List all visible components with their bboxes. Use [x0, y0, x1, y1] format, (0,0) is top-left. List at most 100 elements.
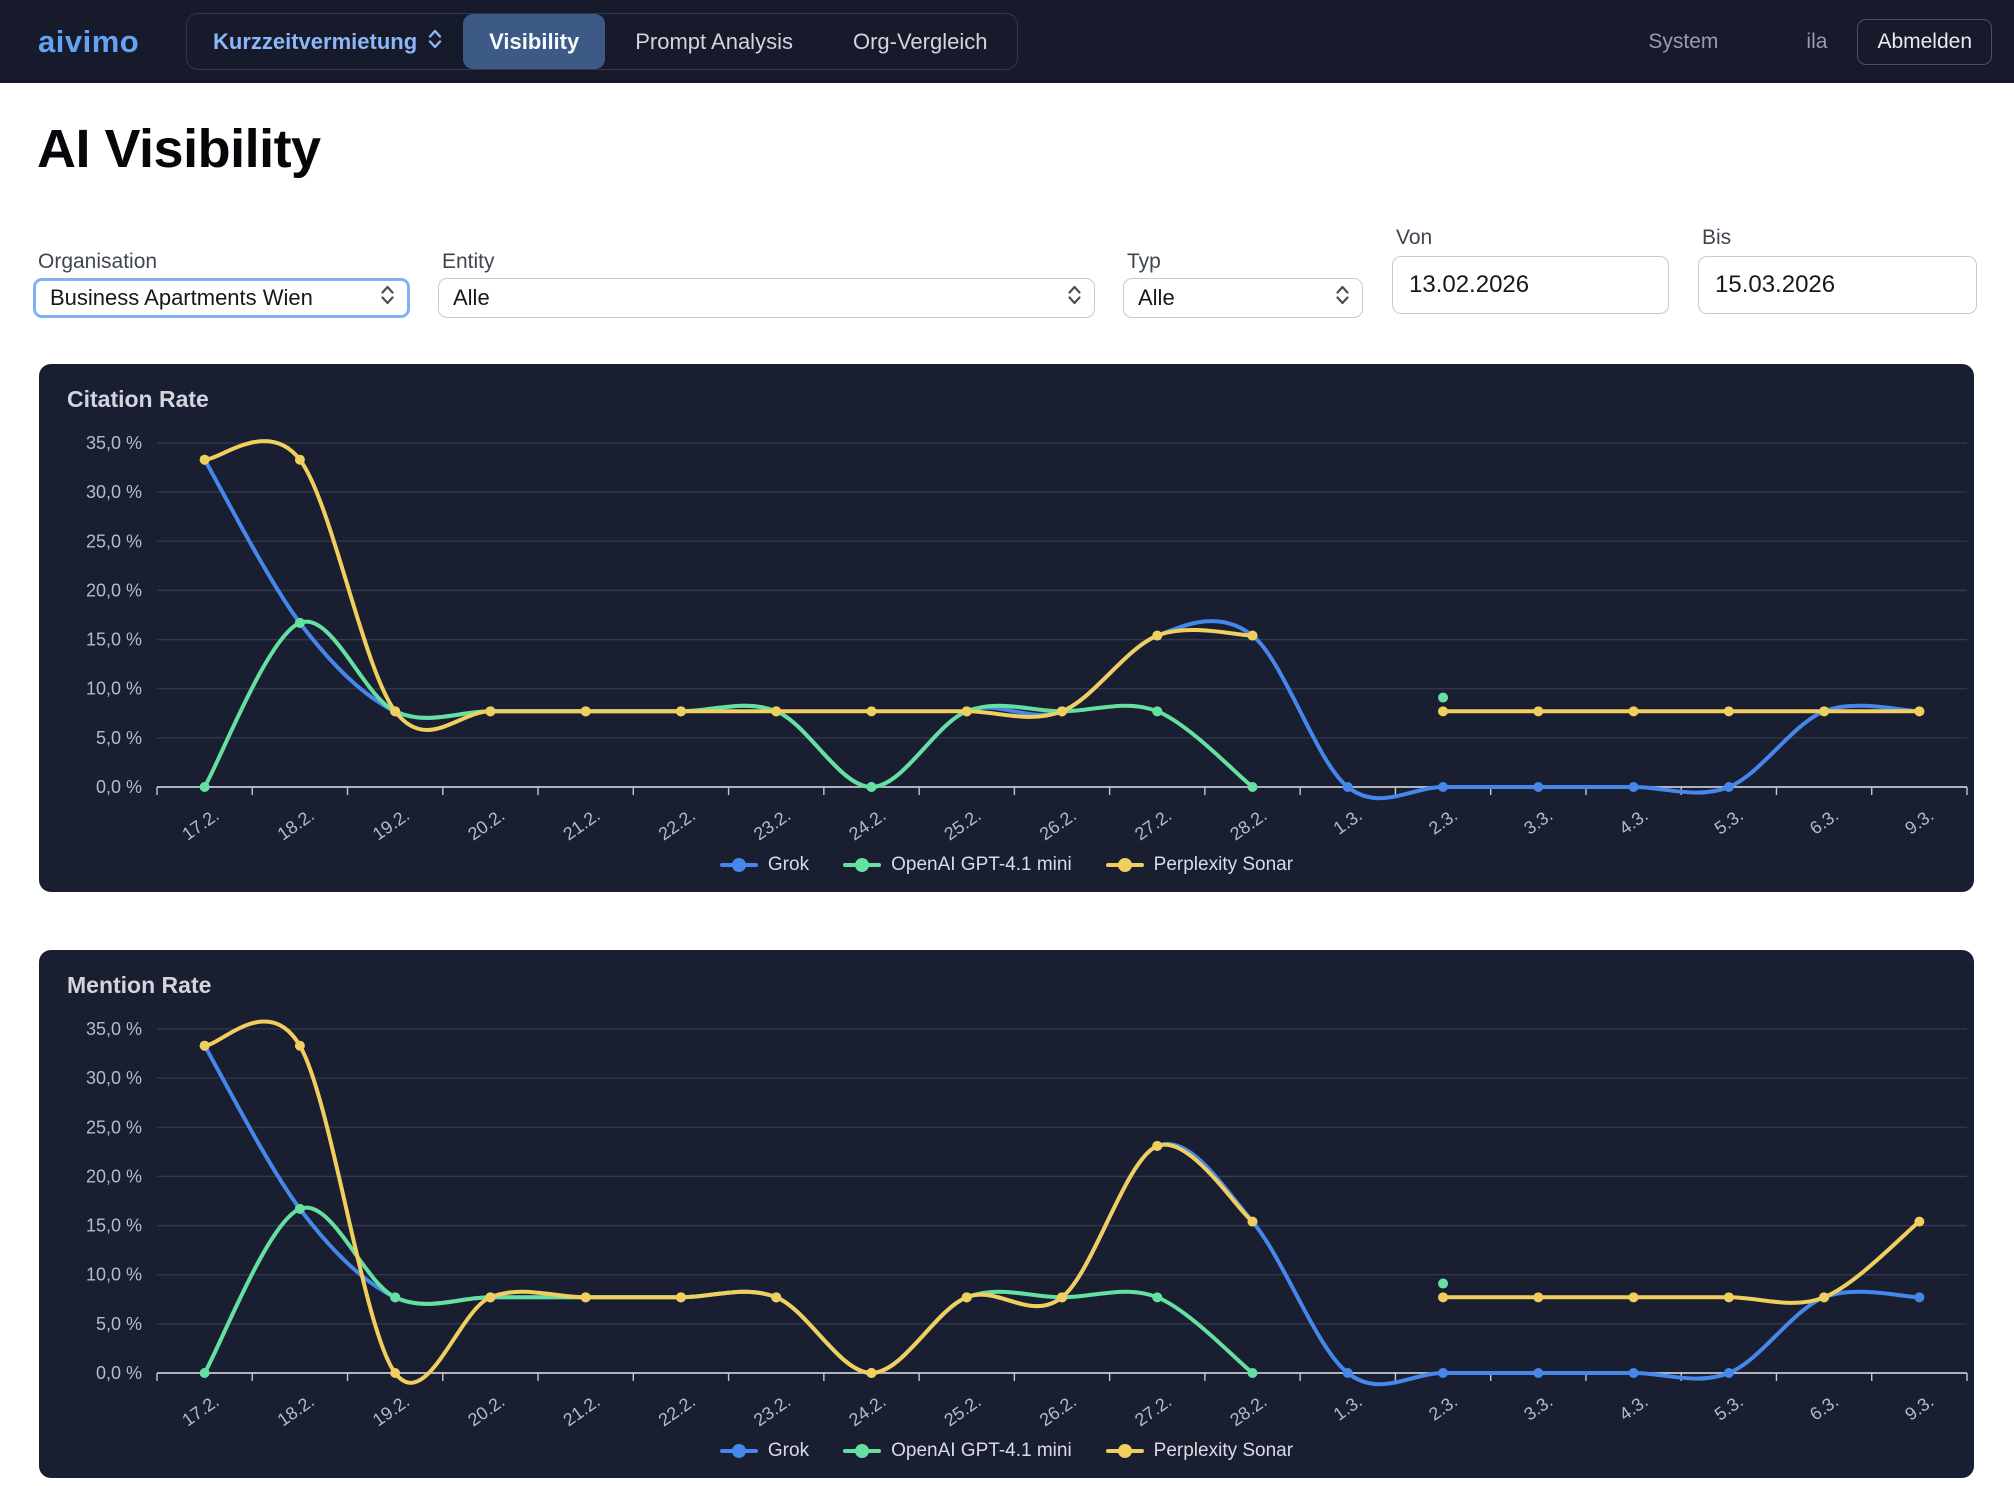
legend-item[interactable]: OpenAI GPT-4.1 mini	[843, 1440, 1072, 1462]
legend-item[interactable]: Grok	[720, 1440, 809, 1462]
system-link[interactable]: System	[1648, 30, 1718, 54]
data-point	[962, 1292, 972, 1302]
data-point	[1152, 631, 1162, 641]
citation-rate-legend: Grok OpenAI GPT-4.1 mini Perplexity Sonar	[39, 854, 1974, 876]
x-tick-label: 4.3.	[1616, 805, 1652, 839]
logout-button[interactable]: Abmelden	[1857, 19, 1992, 65]
x-tick-label: 6.3.	[1806, 1391, 1842, 1425]
bis-label: Bis	[1702, 226, 1731, 250]
typ-select-value: Alle	[1138, 285, 1175, 311]
y-tick-label: 15,0 %	[86, 1216, 142, 1236]
legend-label: OpenAI GPT-4.1 mini	[891, 1440, 1072, 1462]
org-switcher-dropdown[interactable]: Kurzzeitvermietung	[187, 14, 463, 69]
citation-rate-chart: 0,0 %5,0 %10,0 %15,0 %20,0 %25,0 %30,0 %…	[39, 364, 1974, 892]
tab-prompt-analysis[interactable]: Prompt Analysis	[605, 14, 823, 69]
y-tick-label: 25,0 %	[86, 531, 142, 551]
entity-label: Entity	[442, 250, 495, 274]
app-logo: aivimo	[38, 0, 139, 83]
legend-label: Grok	[768, 1440, 809, 1462]
x-tick-label: 24.2.	[845, 805, 889, 844]
legend-item[interactable]: Perplexity Sonar	[1106, 1440, 1293, 1462]
x-tick-label: 21.2.	[559, 805, 603, 844]
data-point	[200, 1041, 210, 1051]
organisation-select-value: Business Apartments Wien	[50, 285, 313, 311]
data-point	[1533, 706, 1543, 716]
y-tick-label: 30,0 %	[86, 1068, 142, 1088]
x-tick-label: 23.2.	[750, 1391, 794, 1430]
y-tick-label: 30,0 %	[86, 482, 142, 502]
y-tick-label: 25,0 %	[86, 1117, 142, 1137]
updown-chevron-icon	[427, 27, 443, 57]
select-chevron-icon	[1067, 284, 1082, 312]
x-tick-label: 6.3.	[1806, 805, 1842, 839]
von-date-input[interactable]	[1392, 256, 1669, 314]
data-point	[1057, 1292, 1067, 1302]
organisation-select[interactable]: Business Apartments Wien	[33, 278, 410, 318]
data-point	[1629, 1292, 1639, 1302]
data-point	[1343, 1368, 1353, 1378]
data-point	[1629, 706, 1639, 716]
legend-label: Grok	[768, 854, 809, 876]
y-tick-label: 0,0 %	[96, 777, 142, 797]
data-point	[581, 1292, 591, 1302]
legend-marker-icon	[720, 856, 758, 874]
data-point	[1438, 782, 1448, 792]
entity-select[interactable]: Alle	[438, 278, 1095, 318]
tab-visibility[interactable]: Visibility	[463, 14, 605, 69]
x-tick-label: 9.3.	[1901, 1391, 1937, 1425]
data-point	[1533, 1368, 1543, 1378]
y-tick-label: 35,0 %	[86, 433, 142, 453]
legend-label: OpenAI GPT-4.1 mini	[891, 854, 1072, 876]
x-tick-label: 3.3.	[1520, 805, 1556, 839]
legend-item[interactable]: OpenAI GPT-4.1 mini	[843, 854, 1072, 876]
x-tick-label: 28.2.	[1226, 805, 1270, 844]
data-point	[581, 706, 591, 716]
series-Perplexity Sonar	[200, 1021, 1925, 1382]
username: ila	[1806, 30, 1827, 54]
x-tick-label: 22.2.	[655, 805, 699, 844]
y-tick-label: 35,0 %	[86, 1019, 142, 1039]
x-tick-label: 20.2.	[464, 805, 508, 844]
legend-label: Perplexity Sonar	[1154, 1440, 1293, 1462]
legend-item[interactable]: Grok	[720, 854, 809, 876]
bis-date-input[interactable]	[1698, 256, 1977, 314]
data-point	[1343, 782, 1353, 792]
entity-select-value: Alle	[453, 285, 490, 311]
legend-label: Perplexity Sonar	[1154, 854, 1293, 876]
data-point	[1438, 1368, 1448, 1378]
data-point	[1533, 1292, 1543, 1302]
series-Grok	[200, 455, 1925, 798]
data-point	[295, 1204, 305, 1214]
data-point	[295, 618, 305, 628]
data-point	[390, 706, 400, 716]
data-point	[1629, 782, 1639, 792]
typ-label: Typ	[1127, 250, 1161, 274]
x-tick-label: 5.3.	[1711, 805, 1747, 839]
data-point	[676, 706, 686, 716]
x-tick-label: 18.2.	[274, 805, 318, 844]
y-tick-label: 0,0 %	[96, 1363, 142, 1383]
x-tick-label: 2.3.	[1425, 805, 1461, 839]
data-point	[1914, 1292, 1924, 1302]
x-tick-label: 25.2.	[940, 805, 984, 844]
data-point	[1914, 706, 1924, 716]
x-tick-label: 28.2.	[1226, 1391, 1270, 1430]
x-tick-label: 27.2.	[1131, 805, 1175, 844]
data-point	[771, 1292, 781, 1302]
y-tick-label: 10,0 %	[86, 679, 142, 699]
page-title: AI Visibility	[37, 118, 321, 180]
data-point	[1152, 1292, 1162, 1302]
tab-org-vergleich[interactable]: Org-Vergleich	[823, 14, 1018, 69]
legend-marker-icon	[1106, 1442, 1144, 1460]
data-point	[962, 706, 972, 716]
plot-area: 0,0 %5,0 %10,0 %15,0 %20,0 %25,0 %30,0 %…	[86, 433, 1967, 844]
data-point	[1438, 693, 1448, 703]
x-tick-label: 23.2.	[750, 805, 794, 844]
organisation-label: Organisation	[38, 250, 157, 274]
typ-select[interactable]: Alle	[1123, 278, 1363, 318]
data-point	[390, 1292, 400, 1302]
x-tick-label: 22.2.	[655, 1391, 699, 1430]
legend-item[interactable]: Perplexity Sonar	[1106, 854, 1293, 876]
x-tick-label: 19.2.	[369, 1391, 413, 1430]
x-tick-label: 21.2.	[559, 1391, 603, 1430]
